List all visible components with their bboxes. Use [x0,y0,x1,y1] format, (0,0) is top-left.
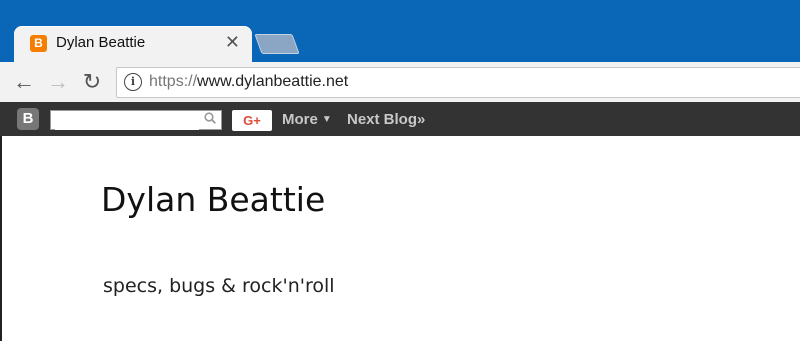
back-arrow-icon[interactable]: ← [12,69,36,95]
navbar-search-input[interactable] [55,112,199,130]
blog-title[interactable]: Dylan Beattie [101,180,325,219]
address-bar[interactable]: i https://www.dylanbeattie.net [116,67,800,98]
blog-description: specs, bugs & rock'n'roll [103,275,335,297]
url-host: www.dylanbeattie.net [197,73,349,90]
window-edge [0,136,2,341]
info-icon[interactable]: i [124,73,142,91]
caret-down-icon: ▼ [321,114,332,125]
more-label: More [282,111,318,128]
navbar-search-box[interactable] [50,110,222,130]
forward-arrow-icon[interactable]: → [46,69,70,95]
browser-tab[interactable]: B Dylan Beattie ✕ [14,26,252,62]
blogger-favicon-icon: B [30,35,47,52]
blogger-logo-icon[interactable]: B [17,108,39,130]
next-blog-link[interactable]: Next Blog» [347,111,425,128]
blogger-navbar: B G+ More ▼ Next Blog» [0,102,800,136]
new-tab-button[interactable] [254,34,300,54]
url-scheme: https:// [149,73,198,90]
more-menu-button[interactable]: More ▼ [282,111,332,128]
search-icon[interactable] [204,112,216,124]
google-plus-button[interactable]: G+ [232,110,272,131]
browser-toolbar: ← → ↻ i https://www.dylanbeattie.net [0,62,800,102]
close-icon[interactable]: ✕ [225,32,240,53]
blog-page: Dylan Beattie specs, bugs & rock'n'roll [0,136,800,341]
reload-icon[interactable]: ↻ [80,69,104,95]
tab-title: Dylan Beattie [56,34,146,51]
url-text[interactable]: https://www.dylanbeattie.net [149,73,348,91]
